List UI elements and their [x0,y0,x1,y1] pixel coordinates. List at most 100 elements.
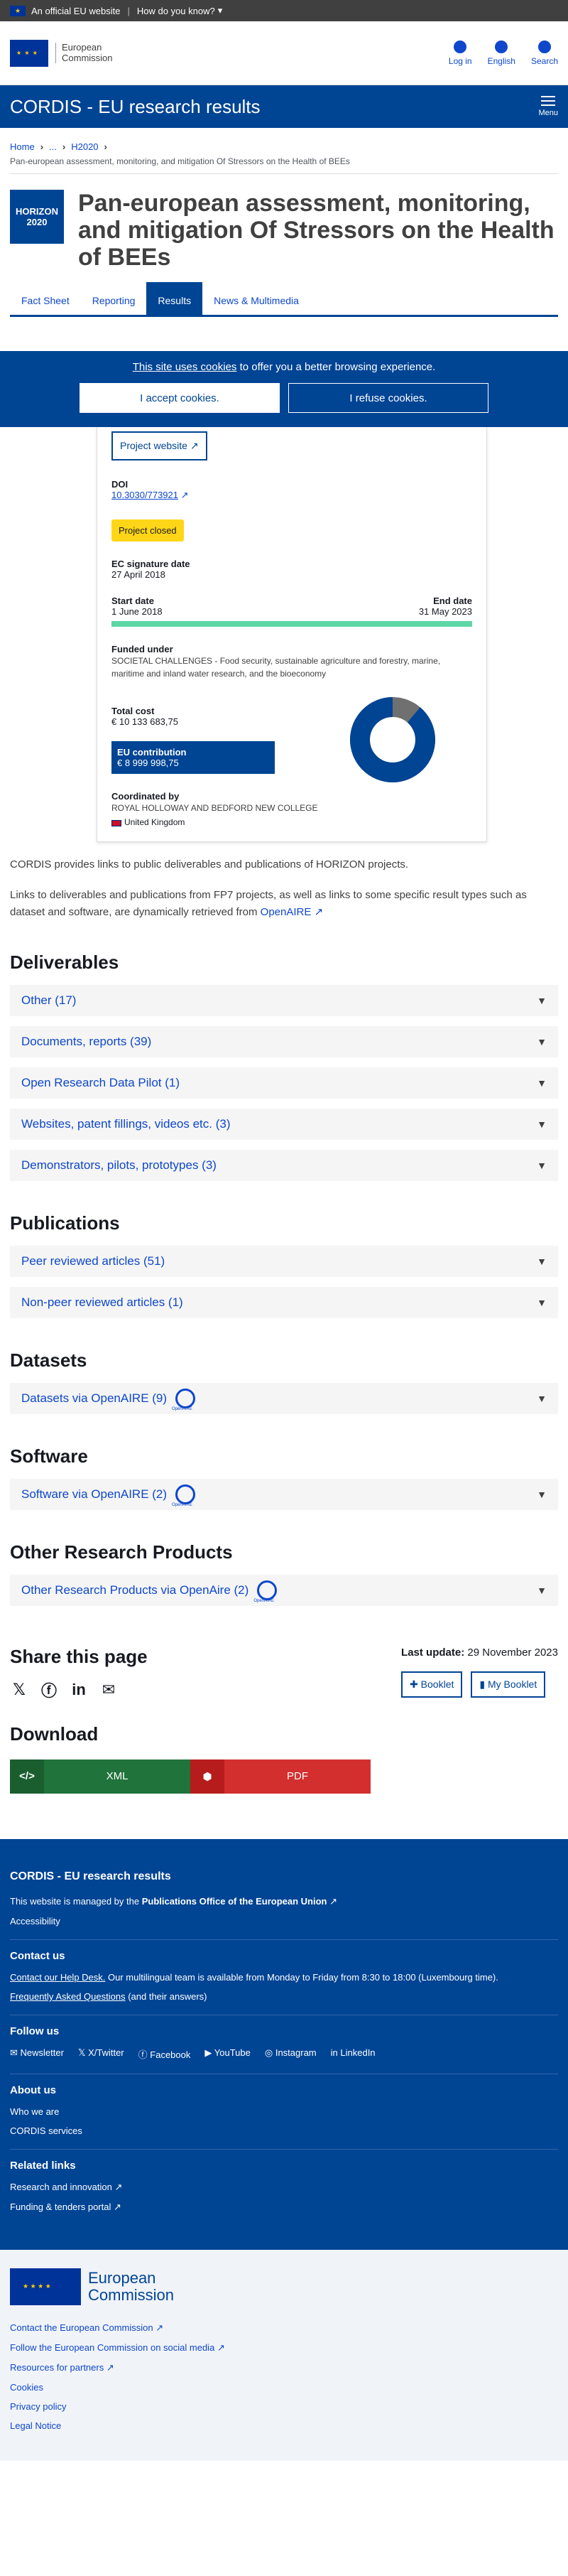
accordion-peer-reviewed[interactable]: Peer reviewed articles (51) ▼ [10,1245,558,1277]
resources-partners-link[interactable]: Resources for partners ↗ [10,2362,558,2373]
breadcrumb-ellipsis[interactable]: ... [49,141,57,152]
chevron-down-icon: ▼ [537,1255,547,1267]
separator: | [127,5,130,16]
project-website-button[interactable]: Project website ↗ [111,431,207,461]
x-twitter-icon[interactable]: 𝕏 [10,1681,28,1699]
managed-by: This website is managed by the Publicati… [10,1895,338,1907]
european-commission-logo[interactable]: European Commission [10,39,113,67]
follow-ec-link[interactable]: Follow the European Commission on social… [10,2342,558,2354]
youtube-link[interactable]: ▶ YouTube [204,2047,250,2061]
uk-flag-icon [111,819,121,826]
language-button[interactable]: English [488,40,515,66]
about-heading: About us [10,2073,558,2096]
signature-date-label: EC signature date [111,559,190,570]
cordis-services-link[interactable]: CORDIS services [10,2125,558,2136]
instagram-link[interactable]: ◎ Instagram [265,2047,317,2061]
tab-reporting[interactable]: Reporting [81,282,147,315]
accordion-other-products[interactable]: Other Research Products via OpenAire (2)… [10,1574,558,1606]
chevron-down-icon: ▼ [537,994,547,1006]
doi-label: DOI [111,479,129,490]
x-twitter-icon: 𝕏 [77,2047,86,2058]
booklet-icon: ✚ [410,1678,418,1691]
ec-footer-logo[interactable]: European Commission [10,2268,558,2305]
accordion-deliverables-demonstrators[interactable]: Demonstrators, pilots, prototypes (3) ▼ [10,1149,558,1181]
footer-title[interactable]: CORDIS - EU research results [10,1870,558,1883]
chevron-down-icon: ▼ [537,1118,547,1130]
helpdesk-link[interactable]: Contact our Help Desk. [10,1972,105,1983]
official-website-text: An official EU website [31,5,121,16]
funding-portal-link[interactable]: Funding & tenders portal ↗ [10,2202,558,2213]
funded-under-value: SOCIETAL CHALLENGES - Food security, sus… [111,656,441,679]
ec-flag-icon [10,39,48,67]
chevron-right-icon: › [62,141,66,152]
accessibility-link[interactable]: Accessibility [10,1916,558,1926]
related-heading: Related links [10,2148,558,2172]
cookies-link[interactable]: Cookies [10,2382,558,2393]
booklet-button[interactable]: ✚ Booklet [401,1671,463,1698]
cordis-site-title[interactable]: CORDIS - EU research results [10,96,261,118]
my-booklet-button[interactable]: ▮ My Booklet [471,1671,546,1698]
end-date-value: 31 May 2023 [418,606,472,618]
accordion-non-peer-reviewed[interactable]: Non-peer reviewed articles (1) ▼ [10,1286,558,1318]
download-pdf-button[interactable]: ⬢ PDF [190,1759,371,1794]
project-tabs: Fact Sheet Reporting Results News & Mult… [10,282,558,318]
linkedin-icon[interactable]: in [70,1681,88,1699]
breadcrumb-h2020[interactable]: H2020 [71,141,98,152]
publications-office-link[interactable]: Publications Office of the European Unio… [142,1896,327,1907]
accordion-datasets[interactable]: Datasets via OpenAIRE (9) ▼ [10,1382,558,1414]
email-icon[interactable]: ✉ [99,1681,118,1699]
pdf-icon: ⬢ [190,1759,224,1794]
accordion-software[interactable]: Software via OpenAIRE (2) ▼ [10,1478,558,1510]
intro-paragraph-1: CORDIS provides links to public delivera… [10,858,409,871]
who-we-are-link[interactable]: Who we are [10,2106,558,2117]
share-heading: Share this page [10,1645,148,1667]
research-innovation-link[interactable]: Research and innovation ↗ [10,2182,558,2193]
start-date-value: 1 June 2018 [111,606,163,618]
faq-link[interactable]: Frequently Asked Questions [10,1991,126,2002]
legal-notice-link[interactable]: Legal Notice [10,2420,558,2431]
coordinated-by-label: Coordinated by [111,791,180,802]
chevron-down-icon: ▼ [537,1488,547,1500]
facebook-icon[interactable]: ⓕ [40,1681,58,1700]
openaire-link[interactable]: OpenAIRE [261,906,312,918]
book-icon: ▮ [479,1678,486,1691]
tab-news-multimedia[interactable]: News & Multimedia [202,282,310,315]
project-dates: Start date 1 June 2018 End date 31 May 2… [111,596,472,617]
accordion-deliverables-other[interactable]: Other (17) ▼ [10,984,558,1016]
external-link-icon: ↗ [114,2201,121,2212]
contact-ec-link[interactable]: Contact the European Commission ↗ [10,2322,558,2334]
chevron-right-icon: › [104,141,107,152]
external-link-icon: ↗ [190,440,199,452]
instagram-icon: ◎ [264,2047,273,2058]
doi-link[interactable]: 10.3030/773921 [111,490,178,500]
accept-cookies-button[interactable]: I accept cookies. [80,383,280,414]
chevron-down-icon: ▼ [537,1035,547,1047]
twitter-link[interactable]: 𝕏 X/Twitter [78,2047,124,2061]
software-heading: Software [10,1445,88,1467]
facebook-link[interactable]: ⓕ Facebook [138,2047,191,2061]
refuse-cookies-button[interactable]: I refuse cookies. [288,383,488,414]
accordion-deliverables-websites[interactable]: Websites, patent fillings, videos etc. (… [10,1108,558,1140]
newsletter-link[interactable]: ✉ Newsletter [10,2047,64,2061]
site-header: European Commission Log in English Searc… [0,21,568,85]
code-icon: </> [10,1759,44,1794]
download-xml-button[interactable]: </> XML [10,1759,190,1794]
cookie-policy-link[interactable]: This site uses cookies [133,361,237,373]
search-button[interactable]: Search [531,40,558,66]
login-button[interactable]: Log in [449,40,472,66]
accordion-deliverables-documents[interactable]: Documents, reports (39) ▼ [10,1025,558,1057]
tab-results[interactable]: Results [146,282,203,316]
project-header: HORIZON 2020 Pan-european assessment, mo… [10,174,558,279]
eu-flag-icon: ★ [10,5,26,16]
linkedin-icon: in [330,2047,338,2058]
chevron-down-icon: ▼ [537,1392,547,1404]
how-do-you-know-link[interactable]: How do you know? [137,6,215,16]
linkedin-link[interactable]: in LinkedIn [331,2047,376,2061]
breadcrumb-home[interactable]: Home [10,141,35,152]
tab-fact-sheet[interactable]: Fact Sheet [10,282,81,315]
hamburger-icon [541,96,556,106]
privacy-policy-link[interactable]: Privacy policy [10,2401,558,2412]
menu-button[interactable]: Menu [538,96,558,117]
accordion-deliverables-data-pilot[interactable]: Open Research Data Pilot (1) ▼ [10,1067,558,1099]
datasets-heading: Datasets [10,1349,87,1371]
